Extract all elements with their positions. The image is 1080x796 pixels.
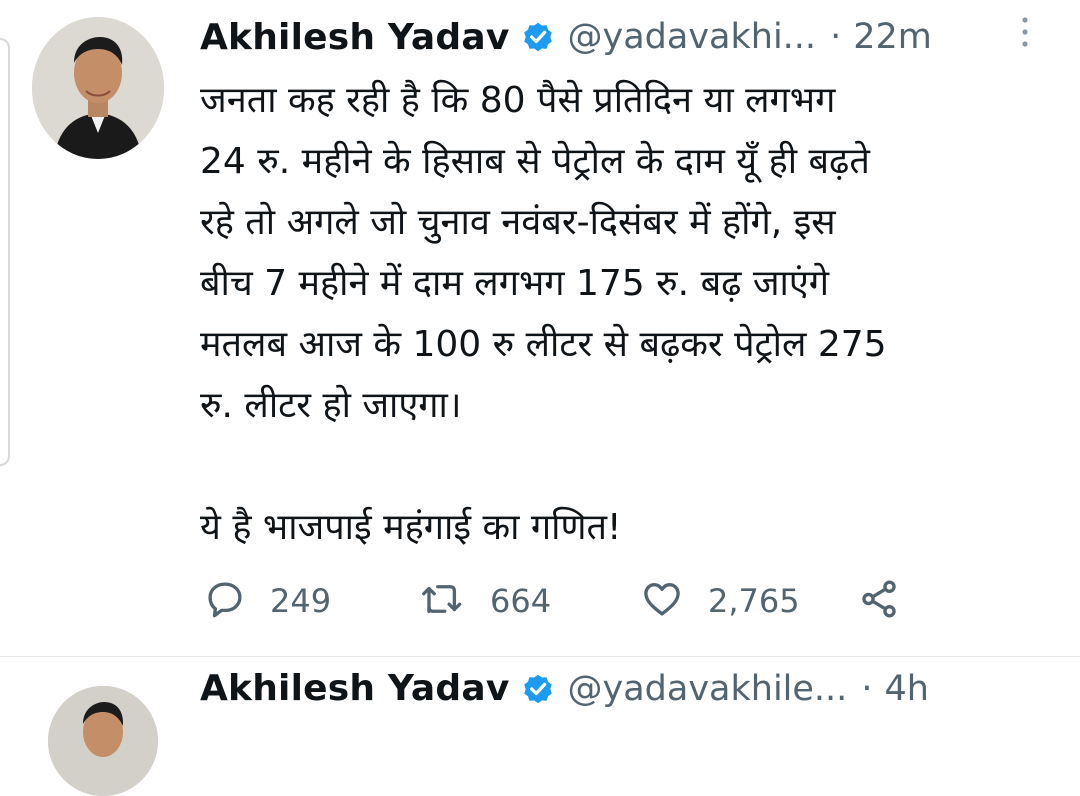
like-button[interactable]: 2,765 [640, 574, 800, 628]
tweet-actions: 249 664 2,765 [204, 574, 924, 628]
retweet-icon [420, 578, 466, 624]
next-tweet-header: Akhilesh Yadav @yadavakhile... · 4h [200, 668, 929, 709]
reply-button[interactable]: 249 [204, 574, 331, 628]
reply-icon [204, 578, 246, 624]
tweet-closing-line: ये है भाजपाई महंगाई का गणित! [200, 507, 622, 548]
previous-item-border [0, 38, 10, 466]
heart-icon [640, 578, 684, 624]
next-author-handle[interactable]: @yadavakhile... [568, 669, 848, 709]
tweet-text-line: 24 रु. महीने के हिसाब से पेट्रोल के दाम … [200, 141, 870, 182]
tweet-text-line: जनता कह रही है कि 80 पैसे प्रतिदिन या लग… [200, 80, 836, 121]
next-author-name[interactable]: Akhilesh Yadav [200, 668, 510, 709]
author-name[interactable]: Akhilesh Yadav [200, 17, 510, 58]
separator-dot: · [861, 668, 873, 709]
retweet-button[interactable]: 664 [420, 574, 551, 628]
tweet-divider [0, 656, 1080, 657]
more-vertical-icon[interactable] [1020, 14, 1030, 50]
verified-badge-icon [520, 671, 556, 707]
verified-badge-icon [520, 19, 556, 55]
tweet-header: Akhilesh Yadav @yadavakhi... · 22m [200, 10, 1080, 64]
tweet-text-line: रु. लीटर हो जाएगा। [200, 385, 462, 426]
next-tweet-timestamp[interactable]: 4h [884, 669, 928, 709]
tweet-text: जनता कह रही है कि 80 पैसे प्रतिदिन या लग… [200, 70, 1050, 558]
reply-count: 249 [270, 582, 332, 620]
like-count: 2,765 [708, 582, 800, 620]
author-avatar[interactable] [32, 17, 164, 159]
separator-dot: · [830, 17, 842, 57]
tweet-text-line: मतलब आज के 100 रु लीटर से बढ़कर पेट्रोल … [200, 324, 887, 365]
tweet-text-line: रहे तो अगले जो चुनाव नवंबर-दिसंबर में हो… [200, 202, 836, 243]
tweet-text-line: बीच 7 महीने में दाम लगभग 175 रु. बढ़ जाए… [200, 263, 830, 304]
tweet-timestamp[interactable]: 22m [853, 17, 932, 57]
share-icon [858, 578, 900, 624]
author-handle[interactable]: @yadavakhi... [568, 17, 817, 57]
next-author-avatar[interactable] [48, 686, 158, 796]
retweet-count: 664 [490, 582, 552, 620]
share-button[interactable] [858, 574, 900, 628]
